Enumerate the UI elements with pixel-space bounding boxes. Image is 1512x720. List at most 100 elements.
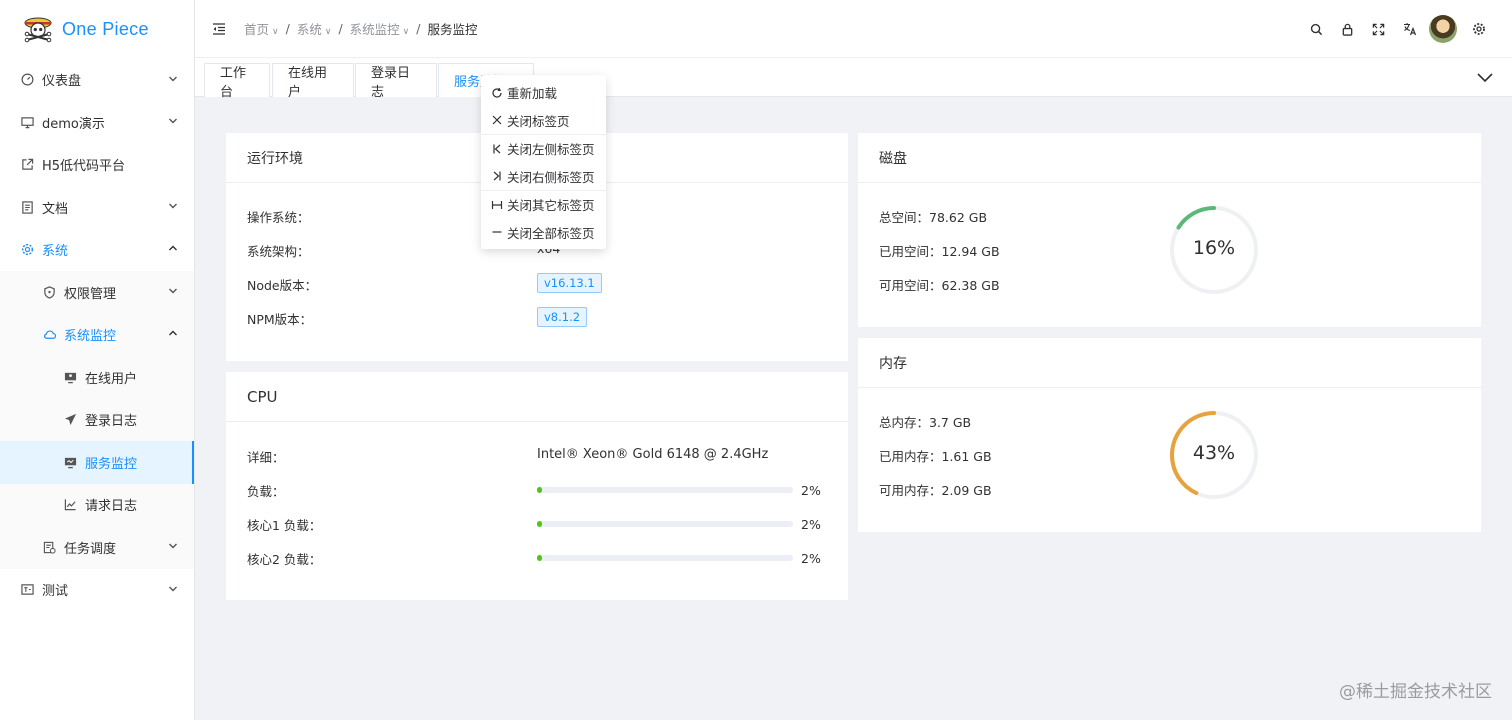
- breadcrumb-separator: /: [285, 21, 290, 36]
- header-toolbar: [1301, 0, 1494, 58]
- sidebar-item-permissions[interactable]: 权限管理: [0, 271, 194, 314]
- sidebar-item-label: 文档: [42, 201, 69, 217]
- sidebar-item-label: 在线用户: [85, 371, 138, 387]
- server-monitor-icon: [63, 455, 77, 469]
- menu-item-close-tab[interactable]: 关闭标签页: [481, 107, 606, 135]
- search-icon[interactable]: [1301, 14, 1332, 44]
- monitor-icon: [20, 115, 34, 129]
- user-monitor-icon: [63, 370, 77, 384]
- chevron-down-icon: [168, 285, 178, 300]
- sidebar-item-label: 系统: [42, 244, 69, 260]
- memory-total: 总内存：3.7 GB: [879, 415, 972, 430]
- menu-item-close-all[interactable]: 关闭全部标签页: [481, 219, 606, 247]
- memory-usage-percent: 43%: [1192, 442, 1236, 464]
- card-title: CPU: [226, 372, 848, 422]
- card-title: 磁盘: [858, 133, 1481, 183]
- disk-usage-percent: 16%: [1192, 237, 1236, 259]
- sidebar-item-label: 服务监控: [85, 456, 138, 472]
- cpu-detail-value: Intel® Xeon® Gold 6148 @ 2.4GHz: [537, 447, 769, 462]
- sidebar-item-online-users[interactable]: 在线用户: [0, 356, 194, 399]
- sidebar-item-label: 权限管理: [64, 286, 117, 302]
- tab-workbench[interactable]: 工作台: [204, 63, 270, 100]
- sidebar-item-task-schedule[interactable]: 任务调度: [0, 526, 194, 569]
- menu-item-close-left[interactable]: 关闭左侧标签页: [481, 135, 606, 163]
- paper-plane-icon: [63, 413, 77, 427]
- menu-item-close-others[interactable]: 关闭其它标签页: [481, 191, 606, 219]
- sidebar-item-h5-lowcode[interactable]: H5低代码平台: [0, 144, 194, 187]
- cpu-load-label: 核心1 负载：: [247, 518, 322, 533]
- breadcrumb-item-system-monitor[interactable]: 系统监控 ∨: [350, 19, 410, 38]
- sidebar-item-login-log[interactable]: 登录日志: [0, 398, 194, 441]
- chevron-down-icon: [168, 200, 178, 215]
- sidebar-item-docs[interactable]: 文档: [0, 186, 194, 229]
- disk-card: 磁盘 总空间：78.62 GB 已用空间：12.94 GB 可用空间：62.38…: [858, 133, 1481, 327]
- sidebar-item-system[interactable]: 系统: [0, 229, 194, 272]
- logo[interactable]: One Piece: [0, 0, 194, 58]
- node-version-tag: v16.13.1: [537, 273, 602, 293]
- sidebar-item-test[interactable]: 测试: [0, 569, 194, 612]
- sidebar-item-dashboard[interactable]: 仪表盘: [0, 58, 194, 101]
- lock-icon[interactable]: [1332, 14, 1363, 44]
- cpu-load-label: 负载：: [247, 484, 285, 499]
- chevron-down-icon[interactable]: [1476, 68, 1494, 86]
- memory-card: 内存 总内存：3.7 GB 已用内存：1.61 GB 可用内存：2.09 GB …: [858, 338, 1481, 532]
- menu-item-close-right[interactable]: 关闭右侧标签页: [481, 163, 606, 191]
- memory-free: 可用内存：2.09 GB: [879, 483, 992, 498]
- sidebar-menu: 仪表盘 demo演示 H5低代码平台 文档 系统 权限管理 系统监控 在线用户 …: [0, 58, 194, 611]
- gear-icon: [20, 243, 34, 257]
- disk-total: 总空间：78.62 GB: [879, 210, 988, 225]
- cpu-load-fill: [537, 521, 543, 527]
- sidebar-item-service-monitor[interactable]: 服务监控: [0, 441, 194, 484]
- runtime-label: NPM版本：: [247, 312, 313, 327]
- memory-used: 已用内存：1.61 GB: [879, 449, 992, 464]
- external-link-icon: [20, 158, 34, 172]
- dashboard-icon: [20, 73, 34, 87]
- menu-fold-icon[interactable]: [212, 22, 226, 36]
- tab-login-log[interactable]: 登录日志: [355, 63, 437, 100]
- breadcrumb-separator: /: [338, 21, 343, 36]
- breadcrumb-separator: /: [416, 21, 421, 36]
- fullscreen-icon[interactable]: [1363, 14, 1394, 44]
- sidebar-item-demo[interactable]: demo演示: [0, 101, 194, 144]
- breadcrumb: 首页 ∨ / 系统 ∨ / 系统监控 ∨ / 服务监控: [244, 19, 478, 38]
- sidebar-item-request-log[interactable]: 请求日志: [0, 483, 194, 526]
- breadcrumb-item-home[interactable]: 首页 ∨: [244, 19, 279, 38]
- runtime-label: 操作系统：: [247, 210, 310, 225]
- line-chart-icon: [63, 498, 77, 512]
- npm-version-tag: v8.1.2: [537, 307, 588, 327]
- cpu-load-bar: [537, 555, 793, 561]
- sidebar-item-label: 系统监控: [64, 329, 117, 345]
- runtime-label: Node版本：: [247, 278, 318, 293]
- watermark: @稀土掘金技术社区: [1339, 682, 1492, 702]
- breadcrumb-item-system[interactable]: 系统 ∨: [297, 19, 332, 38]
- chevron-up-icon: [168, 242, 178, 257]
- sidebar-item-label: 任务调度: [64, 541, 117, 557]
- test-icon: [20, 583, 34, 597]
- document-icon: [20, 200, 34, 214]
- settings-gear-icon[interactable]: [1463, 14, 1494, 44]
- breadcrumb-item-current: 服务监控: [427, 22, 478, 37]
- chevron-down-icon: ∨: [324, 27, 332, 37]
- card-title: 内存: [858, 338, 1481, 388]
- cloud-icon: [42, 328, 56, 342]
- menu-item-reload[interactable]: 重新加载: [481, 79, 606, 107]
- cpu-load-percent: 2%: [801, 551, 821, 566]
- sidebar-item-system-monitor[interactable]: 系统监控: [0, 313, 194, 356]
- close-other-icon: [490, 199, 504, 211]
- sidebar-item-label: demo演示: [42, 116, 105, 132]
- tabs-bar: 工作台 在线用户 登录日志 服务监控: [195, 58, 1512, 100]
- chevron-down-icon: [168, 72, 178, 87]
- cpu-detail-label: 详细：: [247, 450, 285, 465]
- app-title: One Piece: [62, 18, 149, 39]
- cpu-load-bar: [537, 487, 793, 493]
- reload-icon: [490, 87, 504, 99]
- translate-icon[interactable]: [1394, 14, 1425, 44]
- cpu-load-fill: [537, 555, 543, 561]
- user-avatar[interactable]: [1429, 15, 1457, 43]
- cpu-load-bar: [537, 521, 793, 527]
- disk-used: 已用空间：12.94 GB: [879, 244, 1000, 259]
- tab-online-users[interactable]: 在线用户: [272, 63, 354, 100]
- cpu-card: CPU 详细： Intel® Xeon® Gold 6148 @ 2.4GHz …: [226, 372, 848, 600]
- sidebar-item-label: 请求日志: [85, 499, 138, 515]
- chevron-down-icon: ∨: [402, 27, 410, 37]
